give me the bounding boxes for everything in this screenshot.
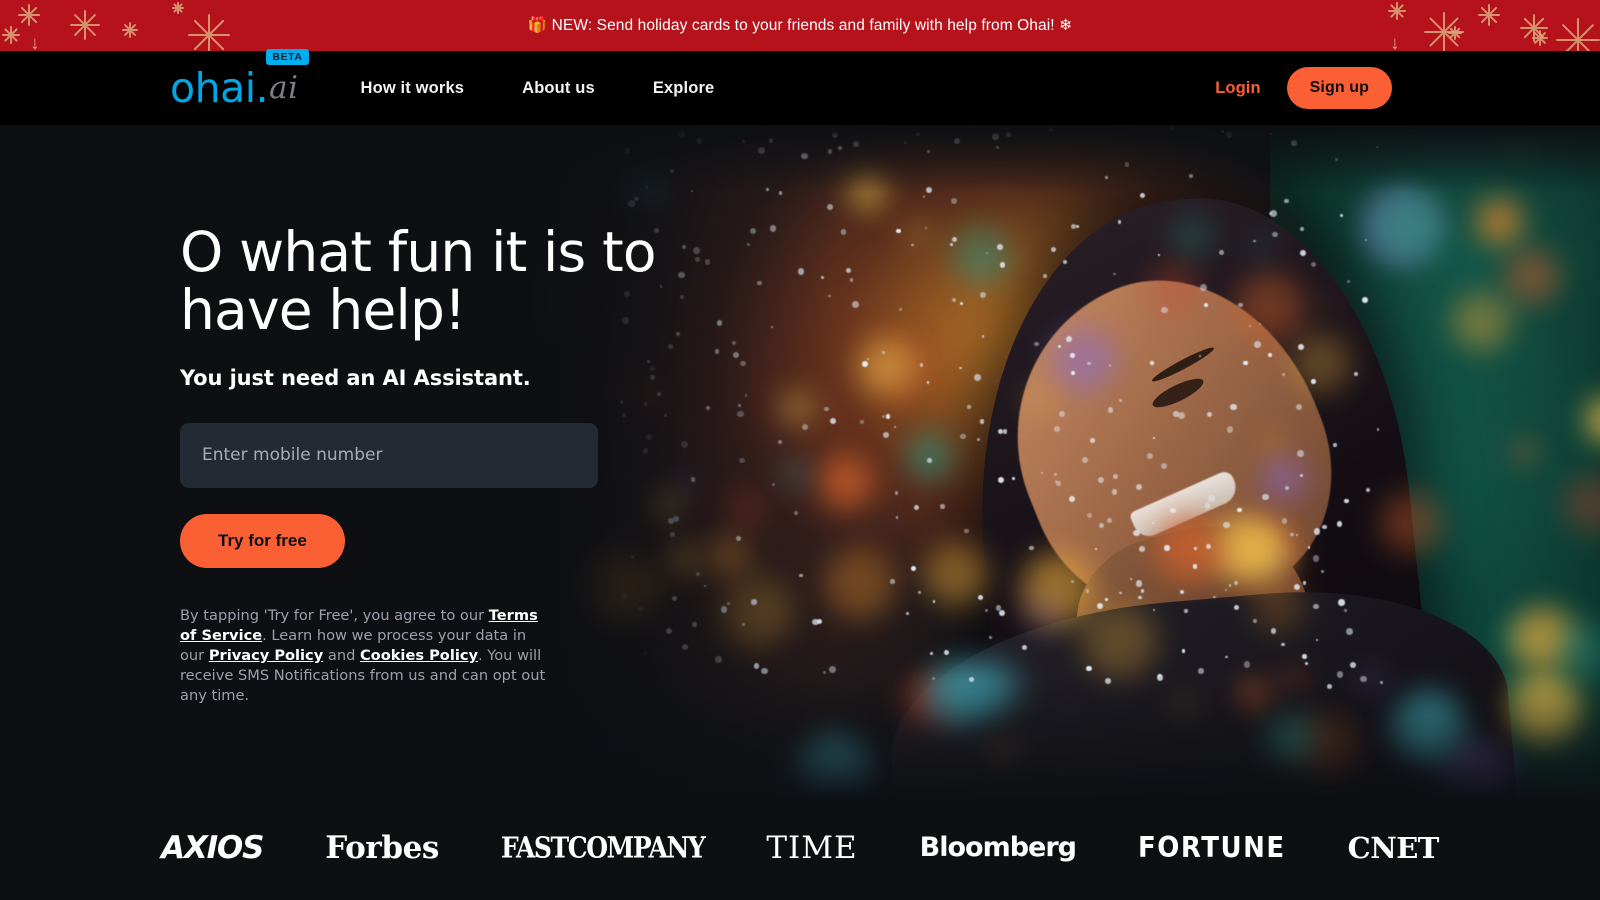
site-logo[interactable]: ohai . ai BETA <box>170 48 309 112</box>
mobile-number-input[interactable] <box>180 422 598 488</box>
hero-content: O what fun it is to have help! You just … <box>180 223 820 706</box>
snowflake-icon <box>172 2 184 14</box>
nav-link-how-it-works[interactable]: How it works <box>361 79 465 98</box>
legal-text-part3: and <box>323 646 360 664</box>
snowflake-icon <box>188 14 230 51</box>
snowflake-icon <box>122 22 138 38</box>
hero-subheadline: You just need an AI Assistant. <box>180 365 531 390</box>
nav-links: How it works About us Explore <box>361 79 715 98</box>
landing-page: ↓ ↓ 🎁 NEW: Send holiday cards to your fri… <box>0 0 1600 900</box>
beta-badge: BETA <box>266 48 309 65</box>
press-logo-time: TIME <box>766 829 858 866</box>
nav-actions: Login Sign up <box>1215 67 1600 109</box>
promo-banner-text: 🎁 NEW: Send holiday cards to your friend… <box>527 17 1073 34</box>
snowflake-icon <box>1478 4 1500 26</box>
signup-button[interactable]: Sign up <box>1286 67 1392 109</box>
snowflake-icon <box>1532 30 1548 46</box>
snowflake-icon <box>1520 14 1548 42</box>
snowflake-icon <box>70 10 100 40</box>
legal-text-part1: By tapping 'Try for Free', you agree to … <box>180 606 489 624</box>
arrow-down-icon: ↓ <box>1390 33 1400 51</box>
press-logo-strip: AXIOS Forbes FASTCOMPANY TIME Bloomberg … <box>0 801 1600 900</box>
press-logo-fortune: FORTUNE <box>1138 831 1286 864</box>
press-logo-bloomberg: Bloomberg <box>919 832 1077 863</box>
top-navigation-bar: ohai . ai BETA How it works About us Exp… <box>0 48 1600 125</box>
nav-link-explore[interactable]: Explore <box>653 79 715 98</box>
snowflake-icon <box>2 26 20 44</box>
snowflake-icon <box>1448 26 1462 40</box>
legal-disclaimer: By tapping 'Try for Free', you agree to … <box>180 606 552 707</box>
logo-suffix: ai <box>269 69 299 106</box>
cookies-policy-link[interactable]: Cookies Policy <box>360 647 478 664</box>
arrow-down-icon: ↓ <box>30 33 40 51</box>
snowflake-icon <box>1388 2 1406 20</box>
try-for-free-button[interactable]: Try for free <box>180 513 345 568</box>
snowflake-icon <box>1424 12 1464 51</box>
press-logo-cnet: CNET <box>1347 830 1440 865</box>
privacy-policy-link[interactable]: Privacy Policy <box>209 647 323 664</box>
nav-link-about-us[interactable]: About us <box>522 79 595 98</box>
logo-dot: . <box>255 63 269 112</box>
hero-section: O what fun it is to have help! You just … <box>0 125 1600 801</box>
snowflake-icon <box>18 4 40 26</box>
press-logo-fastcompany: FASTCOMPANY <box>500 830 706 865</box>
snowflake-icon <box>1556 18 1600 51</box>
logo-wordmark: ohai <box>170 63 256 112</box>
press-logo-axios: AXIOS <box>161 829 264 866</box>
login-link[interactable]: Login <box>1215 79 1260 98</box>
page-title: O what fun it is to have help! <box>180 220 657 343</box>
press-logo-forbes: Forbes <box>325 829 439 866</box>
promo-banner[interactable]: ↓ ↓ 🎁 NEW: Send holiday cards to your fri… <box>0 0 1600 51</box>
